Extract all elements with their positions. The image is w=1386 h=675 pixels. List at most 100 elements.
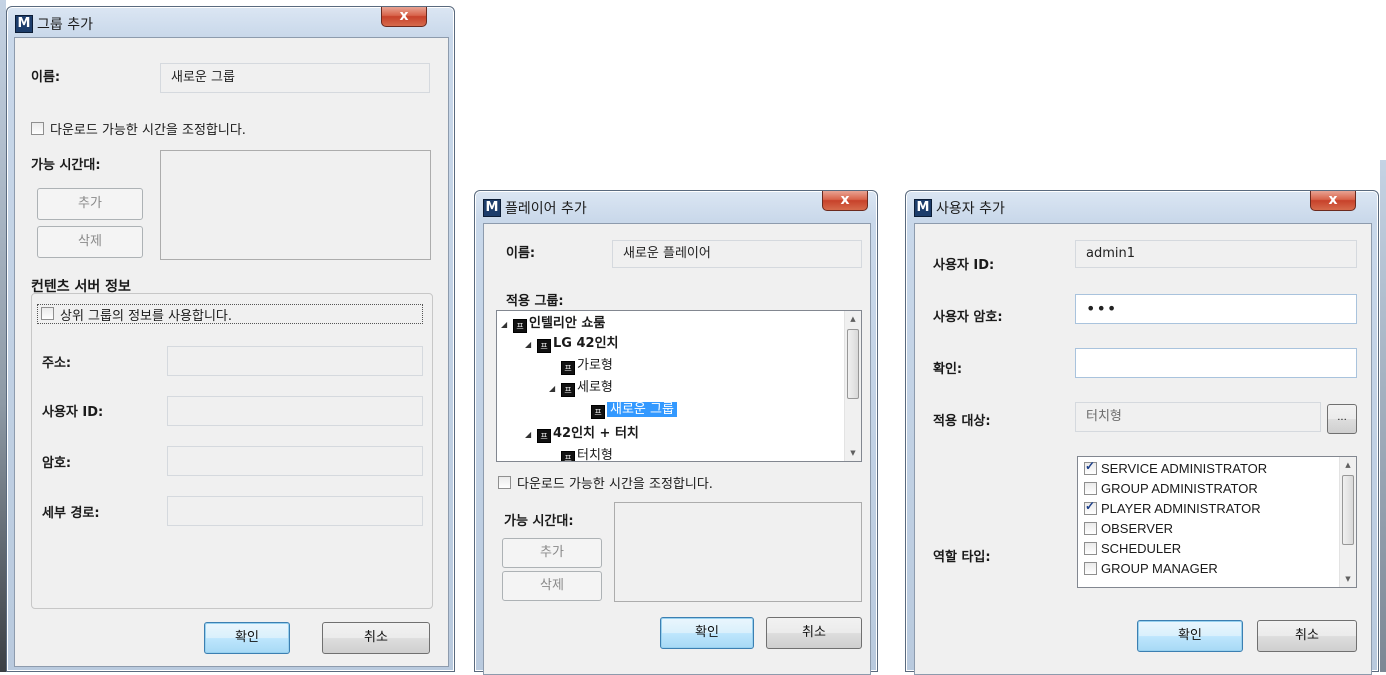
- ok-button[interactable]: 확인: [204, 622, 290, 654]
- user-id-field[interactable]: admin1: [1075, 240, 1357, 268]
- role-type-list[interactable]: SERVICE ADMINISTRATOR GROUP ADMINISTRATO…: [1077, 456, 1357, 588]
- user-id-label: 사용자 ID:: [42, 405, 104, 420]
- tree-node-label: 세로형: [577, 380, 613, 395]
- app-icon: M: [15, 15, 33, 33]
- group-icon: 프: [561, 361, 575, 375]
- list-item[interactable]: OBSERVER: [1084, 519, 1173, 539]
- user-id-label: 사용자 ID:: [933, 258, 995, 273]
- tree-node[interactable]: 프 가로형: [561, 357, 613, 375]
- time-slots-list[interactable]: [160, 150, 431, 260]
- apply-target-label: 적용 대상:: [933, 414, 991, 429]
- role-checkbox[interactable]: [1084, 522, 1097, 535]
- role-checkbox[interactable]: [1084, 462, 1097, 475]
- role-label: GROUP MANAGER: [1101, 561, 1218, 576]
- tree-node-label: LG 42인치: [553, 336, 619, 351]
- apply-target-field: 터치형: [1075, 402, 1321, 432]
- name-field[interactable]: 새로운 그룹: [160, 63, 430, 93]
- title-bar[interactable]: M 플레이어 추가 x: [475, 191, 877, 221]
- list-item[interactable]: GROUP MANAGER: [1084, 559, 1218, 579]
- window-title: 그룹 추가: [37, 17, 93, 33]
- role-type-label: 역할 타입:: [933, 550, 991, 565]
- delete-time-button[interactable]: 삭제: [37, 226, 143, 258]
- apply-group-label: 적용 그룹:: [506, 294, 564, 309]
- expand-arrow-icon[interactable]: ◢: [525, 336, 537, 354]
- user-id-field[interactable]: [167, 396, 423, 426]
- expand-arrow-icon[interactable]: ◢: [549, 380, 561, 398]
- role-checkbox[interactable]: [1084, 482, 1097, 495]
- list-item[interactable]: SCHEDULER: [1084, 539, 1181, 559]
- scroll-thumb[interactable]: [1342, 475, 1354, 545]
- password-field[interactable]: •••: [1075, 294, 1357, 324]
- title-bar[interactable]: M 사용자 추가 x: [906, 191, 1378, 221]
- tree-node-label: 터치형: [577, 448, 613, 462]
- scroll-down-icon[interactable]: ▼: [845, 445, 861, 461]
- password-field[interactable]: [167, 446, 423, 476]
- group-icon: 프: [513, 319, 527, 333]
- group-add-dialog: M 그룹 추가 x 이름: 새로운 그룹 다운로드 가능한 시간을 조정합니다.…: [6, 6, 455, 672]
- role-checkbox[interactable]: [1084, 542, 1097, 555]
- close-button[interactable]: x: [822, 191, 868, 211]
- close-button[interactable]: x: [381, 7, 427, 27]
- window-title: 플레이어 추가: [505, 201, 587, 217]
- tree-node[interactable]: ◢ 프 LG 42인치: [525, 335, 619, 353]
- confirm-password-field[interactable]: [1075, 348, 1357, 378]
- close-button[interactable]: x: [1310, 191, 1356, 211]
- ok-button[interactable]: 확인: [1137, 620, 1243, 652]
- cancel-button[interactable]: 취소: [766, 617, 862, 649]
- dialog-body: 이름: 새로운 그룹 다운로드 가능한 시간을 조정합니다. 가능 시간대: 추…: [14, 37, 449, 667]
- tree-node-label: 인텔리안 쇼룸: [529, 316, 606, 331]
- list-item[interactable]: PLAYER ADMINISTRATOR: [1084, 499, 1261, 519]
- list-item[interactable]: GROUP ADMINISTRATOR: [1084, 479, 1258, 499]
- group-tree[interactable]: ◢ 프 인텔리안 쇼룸 ◢ 프 LG 42인치 프 가로형 ◢ 프 세로형 프 새로운 그룹 ◢…: [496, 310, 862, 462]
- dialog-body: 사용자 ID: admin1 사용자 암호: ••• 확인: 적용 대상: 터치…: [914, 223, 1372, 675]
- address-field[interactable]: [167, 346, 423, 376]
- download-time-checkbox[interactable]: [31, 122, 44, 135]
- role-label: PLAYER ADMINISTRATOR: [1101, 501, 1261, 516]
- tree-node-label: 새로운 그룹: [607, 402, 677, 417]
- scroll-up-icon[interactable]: ▲: [845, 311, 861, 327]
- tree-node-label: 42인치 + 터치: [553, 426, 639, 441]
- cancel-button[interactable]: 취소: [322, 622, 430, 654]
- use-parent-info-checkbox[interactable]: [41, 307, 54, 320]
- list-item[interactable]: SERVICE ADMINISTRATOR: [1084, 459, 1267, 479]
- browse-button[interactable]: ...: [1327, 404, 1357, 434]
- tree-node[interactable]: ◢ 프 인텔리안 쇼룸: [501, 315, 605, 333]
- address-label: 주소:: [42, 356, 72, 371]
- tree-node[interactable]: 프 터치형: [561, 447, 613, 462]
- group-icon: 프: [591, 405, 605, 419]
- tree-node[interactable]: ◢ 프 42인치 + 터치: [525, 425, 639, 443]
- tree-node[interactable]: ◢ 프 세로형: [549, 379, 613, 397]
- dialog-body: 이름: 새로운 플레이어 적용 그룹: ◢ 프 인텔리안 쇼룸 ◢ 프 LG 42인치 …: [483, 223, 871, 675]
- user-add-dialog: M 사용자 추가 x 사용자 ID: admin1 사용자 암호: ••• 확인…: [905, 190, 1379, 675]
- expand-arrow-icon[interactable]: ◢: [525, 426, 537, 444]
- cancel-button[interactable]: 취소: [1257, 620, 1357, 652]
- add-time-button[interactable]: 추가: [37, 188, 143, 220]
- name-field[interactable]: 새로운 플레이어: [612, 240, 862, 268]
- scroll-up-icon[interactable]: ▲: [1340, 457, 1356, 473]
- group-icon: 프: [561, 383, 575, 397]
- scroll-down-icon[interactable]: ▼: [1340, 571, 1356, 587]
- time-slots-list[interactable]: [614, 502, 862, 602]
- tree-scrollbar[interactable]: ▲ ▼: [844, 311, 861, 461]
- use-parent-info-row[interactable]: 상위 그룹의 정보를 사용합니다.: [37, 304, 423, 324]
- role-checkbox[interactable]: [1084, 562, 1097, 575]
- password-label: 사용자 암호:: [933, 310, 1003, 325]
- ok-button[interactable]: 확인: [660, 617, 754, 649]
- sub-path-field[interactable]: [167, 496, 423, 526]
- role-label: SCHEDULER: [1101, 541, 1182, 556]
- download-time-label: 다운로드 가능한 시간을 조정합니다.: [50, 123, 246, 138]
- role-checkbox[interactable]: [1084, 502, 1097, 515]
- use-parent-info-label: 상위 그룹의 정보를 사용합니다.: [60, 309, 233, 324]
- scroll-thumb[interactable]: [847, 329, 859, 399]
- app-icon: M: [914, 199, 932, 217]
- sub-path-label: 세부 경로:: [42, 506, 100, 521]
- app-icon: M: [483, 199, 501, 217]
- title-bar[interactable]: M 그룹 추가 x: [7, 7, 454, 37]
- download-time-label: 다운로드 가능한 시간을 조정합니다.: [517, 477, 713, 492]
- role-list-scrollbar[interactable]: ▲ ▼: [1339, 457, 1356, 587]
- delete-time-button[interactable]: 삭제: [502, 571, 602, 601]
- add-time-button[interactable]: 추가: [502, 538, 602, 568]
- download-time-checkbox[interactable]: [498, 476, 511, 489]
- tree-node-selected[interactable]: 프 새로운 그룹: [591, 401, 677, 419]
- expand-arrow-icon[interactable]: ◢: [501, 316, 513, 334]
